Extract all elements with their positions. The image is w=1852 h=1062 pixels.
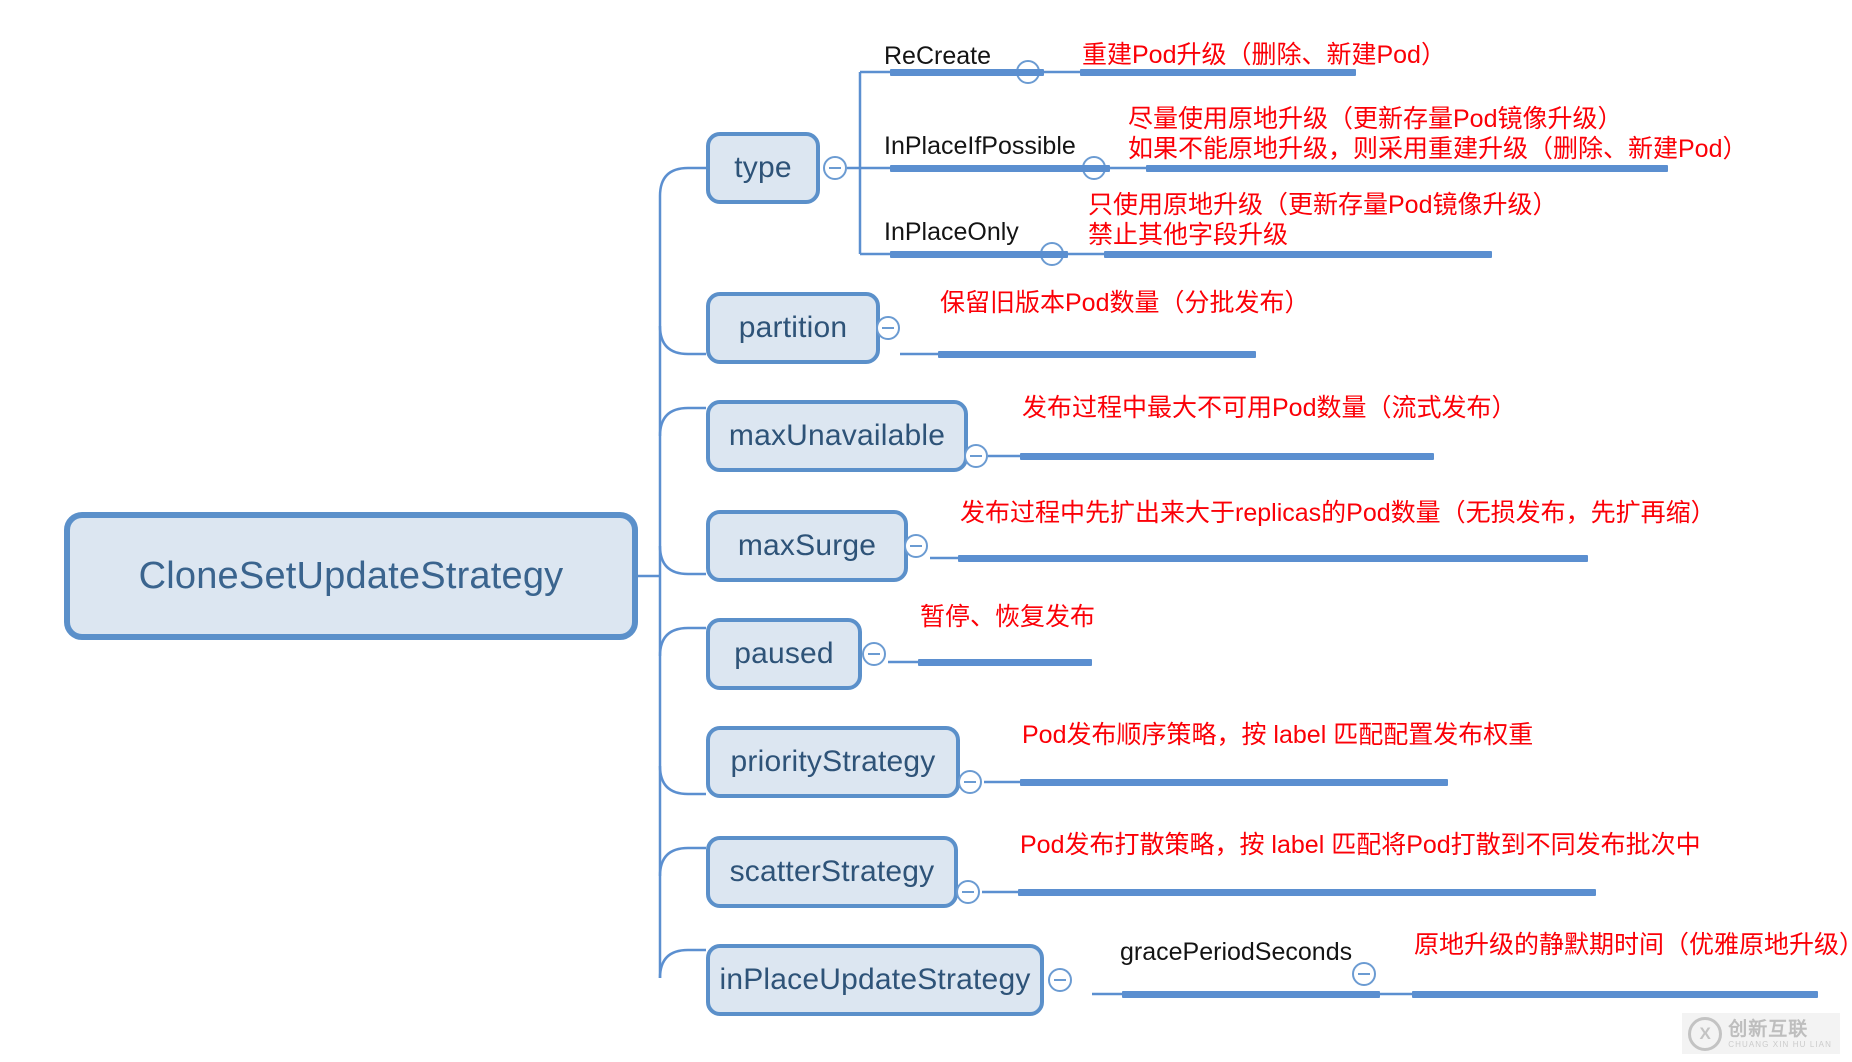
- underline-bar-inplaceifpossible-annotation: [1146, 165, 1668, 172]
- underline-bar-recreate-annotation: [1080, 69, 1356, 76]
- annotation-partition-line1: 保留旧版本Pod数量（分批发布）: [940, 289, 1310, 317]
- underline-bar-paused: [918, 659, 1092, 666]
- node-prioritystrategy[interactable]: priorityStrategy: [706, 726, 960, 798]
- node-inplaceupdatestrategy-label: inPlaceUpdateStrategy: [719, 963, 1031, 996]
- root-node[interactable]: CloneSetUpdateStrategy: [64, 512, 638, 640]
- node-scatterstrategy[interactable]: scatterStrategy: [706, 836, 958, 908]
- watermark: X 创新互联 CHUANG XIN HU LIAN: [1682, 1013, 1840, 1054]
- watermark-text: 创新互联 CHUANG XIN HU LIAN: [1728, 1020, 1832, 1049]
- annotation-scatterstrategy: Pod发布打散策略，按 label 匹配将Pod打散到不同发布批次中: [1020, 830, 1701, 860]
- underline-bar-prioritystrategy: [1020, 779, 1448, 786]
- annotation-paused: 暂停、恢复发布: [920, 602, 1095, 632]
- node-paused[interactable]: paused: [706, 618, 862, 690]
- collapse-toggle-partition[interactable]: [876, 316, 900, 340]
- leaf-label-recreate: ReCreate: [884, 42, 991, 70]
- annotation-maxsurge-line1: 发布过程中先扩出来大于replicas的Pod数量（无损发布，先扩再缩）: [960, 499, 1716, 527]
- underline-bar-graceperiodseconds: [1122, 991, 1380, 998]
- annotation-prioritystrategy-line1: Pod发布顺序策略，按 label 匹配配置发布权重: [1022, 721, 1534, 749]
- node-maxsurge-label: maxSurge: [737, 529, 877, 562]
- annotation-maxunavailable: 发布过程中最大不可用Pod数量（流式发布）: [1022, 393, 1516, 423]
- node-maxsurge[interactable]: maxSurge: [706, 510, 908, 582]
- node-inplaceupdatestrategy[interactable]: inPlaceUpdateStrategy: [706, 944, 1044, 1016]
- annotation-recreate: 重建Pod升级（删除、新建Pod）: [1082, 40, 1446, 70]
- underline-bar-partition: [938, 351, 1256, 358]
- annotation-graceperiodseconds-line1: 原地升级的静默期时间（优雅原地升级）: [1414, 931, 1852, 959]
- collapse-toggle-maxsurge[interactable]: [904, 534, 928, 558]
- node-maxunavailable-label: maxUnavailable: [728, 419, 946, 452]
- annotation-inplaceifpossible-line2: 如果不能原地升级，则采用重建升级（删除、新建Pod）: [1128, 135, 1748, 163]
- annotation-scatterstrategy-line1: Pod发布打散策略，按 label 匹配将Pod打散到不同发布批次中: [1020, 831, 1701, 859]
- underline-bar-recreate: [890, 69, 1044, 76]
- annotation-inplaceonly-line1: 只使用原地升级（更新存量Pod镜像升级）: [1088, 191, 1558, 219]
- watermark-logo-icon: X: [1688, 1017, 1723, 1051]
- leaf-label-inplaceonly: InPlaceOnly: [884, 218, 1019, 246]
- annotation-maxunavailable-line1: 发布过程中最大不可用Pod数量（流式发布）: [1022, 394, 1517, 422]
- node-prioritystrategy-label: priorityStrategy: [730, 745, 936, 778]
- annotation-inplaceonly-line2: 禁止其他字段升级: [1088, 221, 1289, 249]
- annotation-maxsurge: 发布过程中先扩出来大于replicas的Pod数量（无损发布，先扩再缩）: [960, 498, 1716, 528]
- leaf-label-inplaceifpossible: InPlaceIfPossible: [884, 132, 1076, 160]
- annotation-paused-line1: 暂停、恢复发布: [920, 603, 1096, 631]
- underline-bar-maxsurge: [958, 555, 1588, 562]
- underline-bar-inplaceonly: [890, 251, 1068, 258]
- annotation-inplaceifpossible-line1: 尽量使用原地升级（更新存量Pod镜像升级）: [1128, 105, 1623, 133]
- node-paused-label: paused: [734, 637, 834, 670]
- annotation-partition: 保留旧版本Pod数量（分批发布）: [940, 288, 1309, 318]
- underline-bar-inplaceifpossible: [890, 165, 1110, 172]
- leaf-label-graceperiodseconds: gracePeriodSeconds: [1120, 938, 1353, 966]
- collapse-toggle-paused[interactable]: [862, 642, 886, 666]
- node-type-label: type: [734, 151, 792, 184]
- underline-bar-graceperiodseconds-annotation: [1412, 991, 1818, 998]
- annotation-inplaceifpossible: 尽量使用原地升级（更新存量Pod镜像升级） 如果不能原地升级，则采用重建升级（删…: [1128, 104, 1748, 164]
- annotation-inplaceonly: 只使用原地升级（更新存量Pod镜像升级） 禁止其他字段升级: [1088, 190, 1557, 250]
- watermark-cn: 创新互联: [1728, 1018, 1809, 1040]
- node-partition[interactable]: partition: [706, 292, 880, 364]
- annotation-prioritystrategy: Pod发布顺序策略，按 label 匹配配置发布权重: [1022, 720, 1533, 750]
- annotation-graceperiodseconds: 原地升级的静默期时间（优雅原地升级）: [1414, 930, 1852, 960]
- watermark-en: CHUANG XIN HU LIAN: [1728, 1039, 1832, 1049]
- underline-bar-maxunavailable: [1020, 453, 1434, 460]
- collapse-toggle-scatterstrategy[interactable]: [956, 880, 980, 904]
- collapse-toggle-prioritystrategy[interactable]: [958, 770, 982, 794]
- node-maxunavailable[interactable]: maxUnavailable: [706, 400, 968, 472]
- node-partition-label: partition: [738, 311, 848, 344]
- collapse-toggle-maxunavailable[interactable]: [964, 444, 988, 468]
- node-type[interactable]: type: [706, 132, 820, 204]
- underline-bar-scatterstrategy: [1018, 889, 1596, 896]
- node-scatterstrategy-label: scatterStrategy: [729, 855, 935, 888]
- collapse-toggle-type[interactable]: [823, 156, 847, 180]
- collapse-toggle-inplaceupdatestrategy[interactable]: [1048, 968, 1072, 992]
- mindmap-canvas: CloneSetUpdateStrategy type ReCreate 重建P…: [0, 0, 1852, 1062]
- underline-bar-inplaceonly-annotation: [1104, 251, 1492, 258]
- annotation-recreate-line1: 重建Pod升级（删除、新建Pod）: [1082, 41, 1446, 69]
- root-node-label: CloneSetUpdateStrategy: [138, 554, 564, 597]
- collapse-toggle-graceperiodseconds[interactable]: [1352, 962, 1376, 986]
